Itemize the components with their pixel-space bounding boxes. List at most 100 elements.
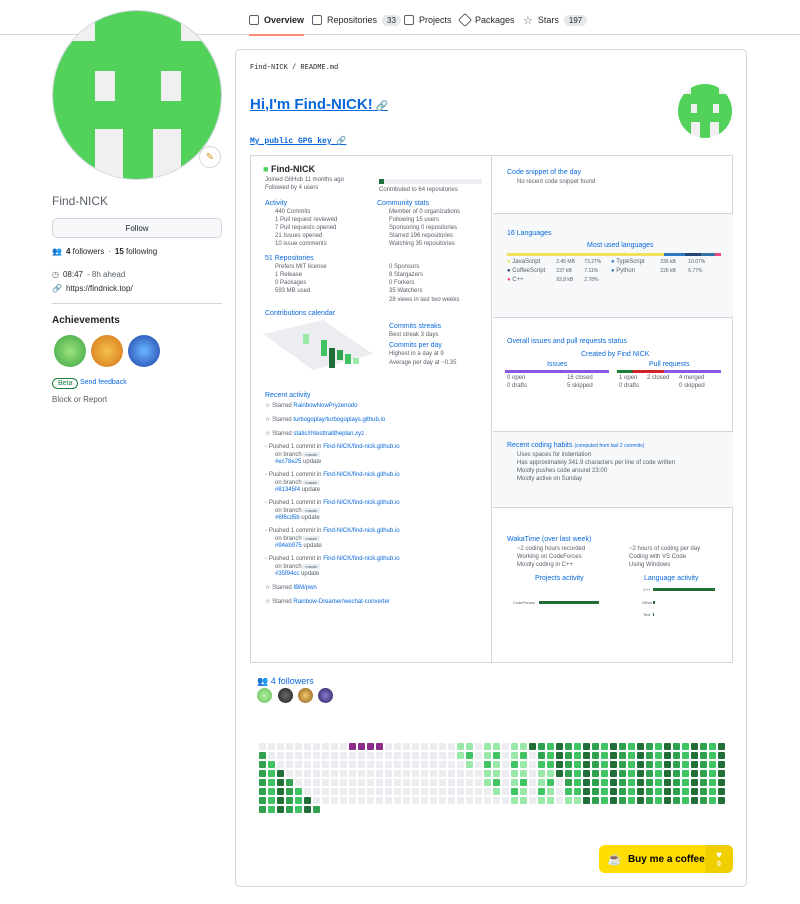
contribution-cell: [556, 788, 563, 795]
follow-button[interactable]: Follow: [52, 218, 222, 238]
contribution-cell: [421, 752, 428, 759]
contribution-cell: [286, 788, 293, 795]
followers-link[interactable]: 4 followers: [66, 247, 104, 256]
event-repo-link[interactable]: Find-NICK/find-nick.github.io: [323, 556, 399, 562]
divider: [52, 303, 222, 304]
contribution-cell: [430, 788, 437, 795]
event-repo-link[interactable]: Find-NICK/find-nick.github.io: [323, 500, 399, 506]
follower-avatar[interactable]: [298, 688, 313, 703]
contribution-cell: [556, 761, 563, 768]
metrics-left-column: ■ Find-NICK Joined GitHub 11 months ago …: [251, 156, 492, 662]
event-repo-link[interactable]: Find-NICK/find-nick.github.io: [323, 528, 399, 534]
package-icon: [457, 12, 473, 28]
contribution-cell: [592, 797, 599, 804]
contribution-cell: [718, 797, 725, 804]
beta-badge: Beta: [52, 378, 79, 389]
contribution-cell: [358, 752, 365, 759]
contribution-cell: [520, 797, 527, 804]
tab-overview[interactable]: Overview: [249, 9, 305, 36]
project-bar: [539, 601, 599, 604]
contribution-cell: [403, 743, 410, 750]
contribution-cell: [331, 797, 338, 804]
stat-line: Member of 0 organizations: [389, 209, 461, 215]
achievement-badge[interactable]: [54, 335, 86, 367]
contribution-cell: [475, 779, 482, 786]
contribution-cell: [403, 761, 410, 768]
contribution-cell: [691, 761, 698, 768]
contribution-cell: [493, 779, 500, 786]
contribution-cell: [313, 752, 320, 759]
contribution-cell: [313, 788, 320, 795]
contribution-cell: [646, 752, 653, 759]
profile-link[interactable]: 🔗 https://findnick.top/: [52, 284, 133, 293]
contribution-cell: [556, 752, 563, 759]
event-repo-link[interactable]: Find-NICK/find-nick.github.io: [323, 444, 399, 450]
tab-projects[interactable]: Projects: [404, 9, 452, 31]
contribution-cell: [367, 743, 374, 750]
language-bar-segment: [685, 253, 701, 256]
contribution-cell: [331, 752, 338, 759]
event-repo-link[interactable]: turbogoplay/turbogoplays.github.io: [293, 417, 385, 423]
tab-packages[interactable]: Packages: [457, 9, 515, 31]
anchor-link-icon[interactable]: 🔗: [373, 101, 387, 112]
event-repo-link[interactable]: Rainbow-Dreamer/wechat-converter: [293, 599, 389, 605]
contribution-cell: [322, 743, 329, 750]
contribution-cell: [574, 743, 581, 750]
contribution-cell: [547, 761, 554, 768]
gpg-key-link[interactable]: My public GPG key 🔗: [250, 136, 346, 146]
avatar[interactable]: [52, 10, 222, 180]
send-feedback-link[interactable]: Send feedback: [80, 379, 127, 386]
contribution-cell: [340, 752, 347, 759]
buy-me-a-coffee-button[interactable]: ☕ Buy me a coffee ♥ 0: [599, 845, 733, 873]
stat-line: Starred 196 repositories: [389, 233, 454, 239]
stat-line: Watching 35 repositories: [389, 241, 455, 247]
contribution-cell: [430, 770, 437, 777]
tab-repositories[interactable]: Repositories 33: [312, 9, 401, 31]
project-name: CodeForces: [513, 600, 535, 605]
contribution-cell: [592, 788, 599, 795]
lang-name: C++: [643, 587, 651, 592]
follower-avatar[interactable]: [278, 688, 293, 703]
status-emoji-button[interactable]: ✎: [199, 146, 221, 168]
language-dot: ●: [611, 268, 615, 274]
followers-section-title[interactable]: 👥 4 followers: [257, 676, 314, 687]
event-repo-link[interactable]: Find-NICK/find-nick.github.io: [323, 472, 399, 478]
follower-avatar[interactable]: [318, 688, 333, 703]
contribution-cell: [646, 779, 653, 786]
contribution-cell: [349, 743, 356, 750]
projects-heading: Projects activity: [535, 575, 584, 582]
event-repo-link[interactable]: static/rhtesttrailtheplan.xyz: [293, 431, 364, 437]
event-repo-link[interactable]: RainbowNowPryzenodo: [293, 403, 357, 409]
contribution-cell: [529, 761, 536, 768]
contribution-cell: [367, 779, 374, 786]
contribution-cell: [520, 788, 527, 795]
contribution-cell: [358, 779, 365, 786]
contribution-cell: [475, 761, 482, 768]
contribution-cell: [268, 779, 275, 786]
contribution-cell: [457, 797, 464, 804]
contribution-cell: [331, 743, 338, 750]
block-report-link[interactable]: Block or Report: [52, 395, 107, 404]
contribution-cell: [286, 752, 293, 759]
achievement-badge[interactable]: [128, 335, 160, 367]
stat-line: 1 open: [619, 375, 638, 381]
contribution-cell: [556, 770, 563, 777]
contribution-cell: [259, 770, 266, 777]
mostused-heading: Most used languages: [587, 242, 654, 249]
contribution-cell: [430, 752, 437, 759]
stat-line: 0 drafts: [507, 383, 528, 389]
languages-bar: [507, 253, 721, 256]
issues-bar: [505, 370, 609, 373]
snippet-none: No recent code snippet found: [517, 179, 596, 185]
contribution-cell: [349, 752, 356, 759]
contribution-cell: [547, 770, 554, 777]
achievement-badge[interactable]: [91, 335, 123, 367]
snippet-section: Code snippet of the day No recent code s…: [493, 156, 733, 214]
event-repo-link[interactable]: IBM/pwn: [293, 585, 316, 591]
contribution-cell: [664, 770, 671, 777]
tab-stars[interactable]: ☆ Stars 197: [523, 9, 588, 31]
contribution-cell: [484, 770, 491, 777]
contribution-cell: [493, 788, 500, 795]
following-link[interactable]: 15 following: [115, 247, 157, 256]
follower-avatar[interactable]: [257, 688, 272, 703]
